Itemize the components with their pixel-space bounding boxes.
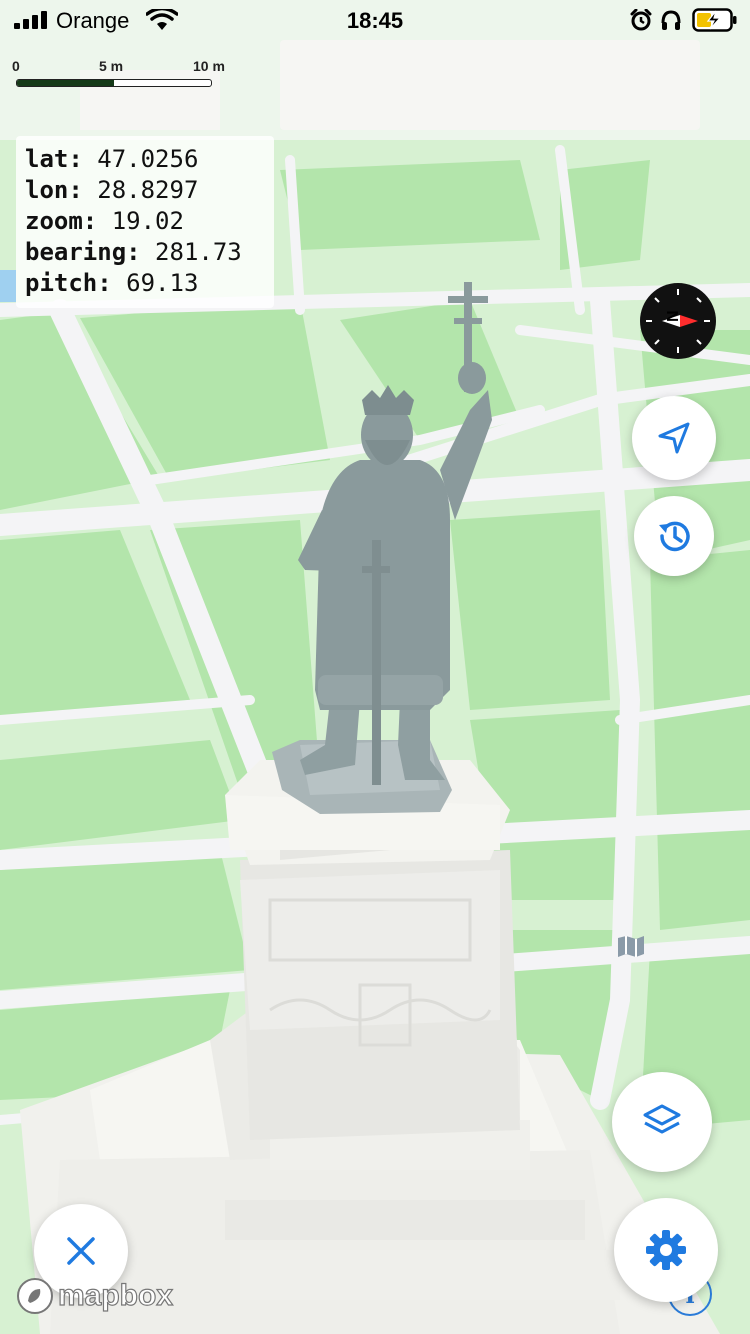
scale-label-0: 0 bbox=[12, 58, 20, 74]
history-icon bbox=[659, 521, 690, 552]
debug-row-lat: lat: 47.0256 bbox=[25, 145, 199, 173]
settings-button[interactable] bbox=[614, 1198, 718, 1302]
scale-bar-fill bbox=[17, 80, 114, 86]
close-icon bbox=[67, 1237, 95, 1265]
status-bar: Orange 18:45 bbox=[0, 0, 750, 40]
scale-bar: 0 5 m 10 m bbox=[10, 58, 230, 92]
headphones-icon bbox=[661, 10, 681, 30]
compass-icon: N bbox=[646, 289, 710, 353]
mapbox-logo-icon bbox=[17, 1278, 53, 1314]
water bbox=[0, 270, 16, 302]
camera-debug-panel: lat: 47.0256 lon: 28.8297 zoom: 19.02 be… bbox=[16, 136, 274, 308]
debug-row-zoom: zoom: 19.02 bbox=[25, 207, 184, 235]
scale-label-5m: 5 m bbox=[99, 58, 124, 74]
mapbox-logo-text: mapbox bbox=[57, 1278, 174, 1312]
mapbox-logo[interactable]: mapbox bbox=[16, 1276, 174, 1316]
layers-icon bbox=[643, 1104, 681, 1134]
debug-row-lon: lon: 28.8297 bbox=[25, 176, 199, 204]
navigation-arrow-icon bbox=[658, 422, 690, 454]
debug-row-pitch: pitch: 69.13 bbox=[25, 269, 199, 297]
svg-text:N: N bbox=[665, 310, 682, 322]
history-button[interactable] bbox=[634, 496, 714, 576]
compass-button[interactable]: N bbox=[640, 283, 716, 359]
map-poi-icon[interactable] bbox=[616, 934, 646, 958]
debug-row-bearing: bearing: 281.73 bbox=[25, 238, 242, 266]
layers-button[interactable] bbox=[612, 1072, 712, 1172]
locate-me-button[interactable] bbox=[632, 396, 716, 480]
gear-icon bbox=[646, 1230, 686, 1270]
battery-charging-icon bbox=[692, 8, 737, 32]
alarm-icon bbox=[630, 9, 652, 31]
scale-label-10m: 10 m bbox=[193, 58, 225, 74]
scale-bar-track bbox=[16, 79, 212, 87]
